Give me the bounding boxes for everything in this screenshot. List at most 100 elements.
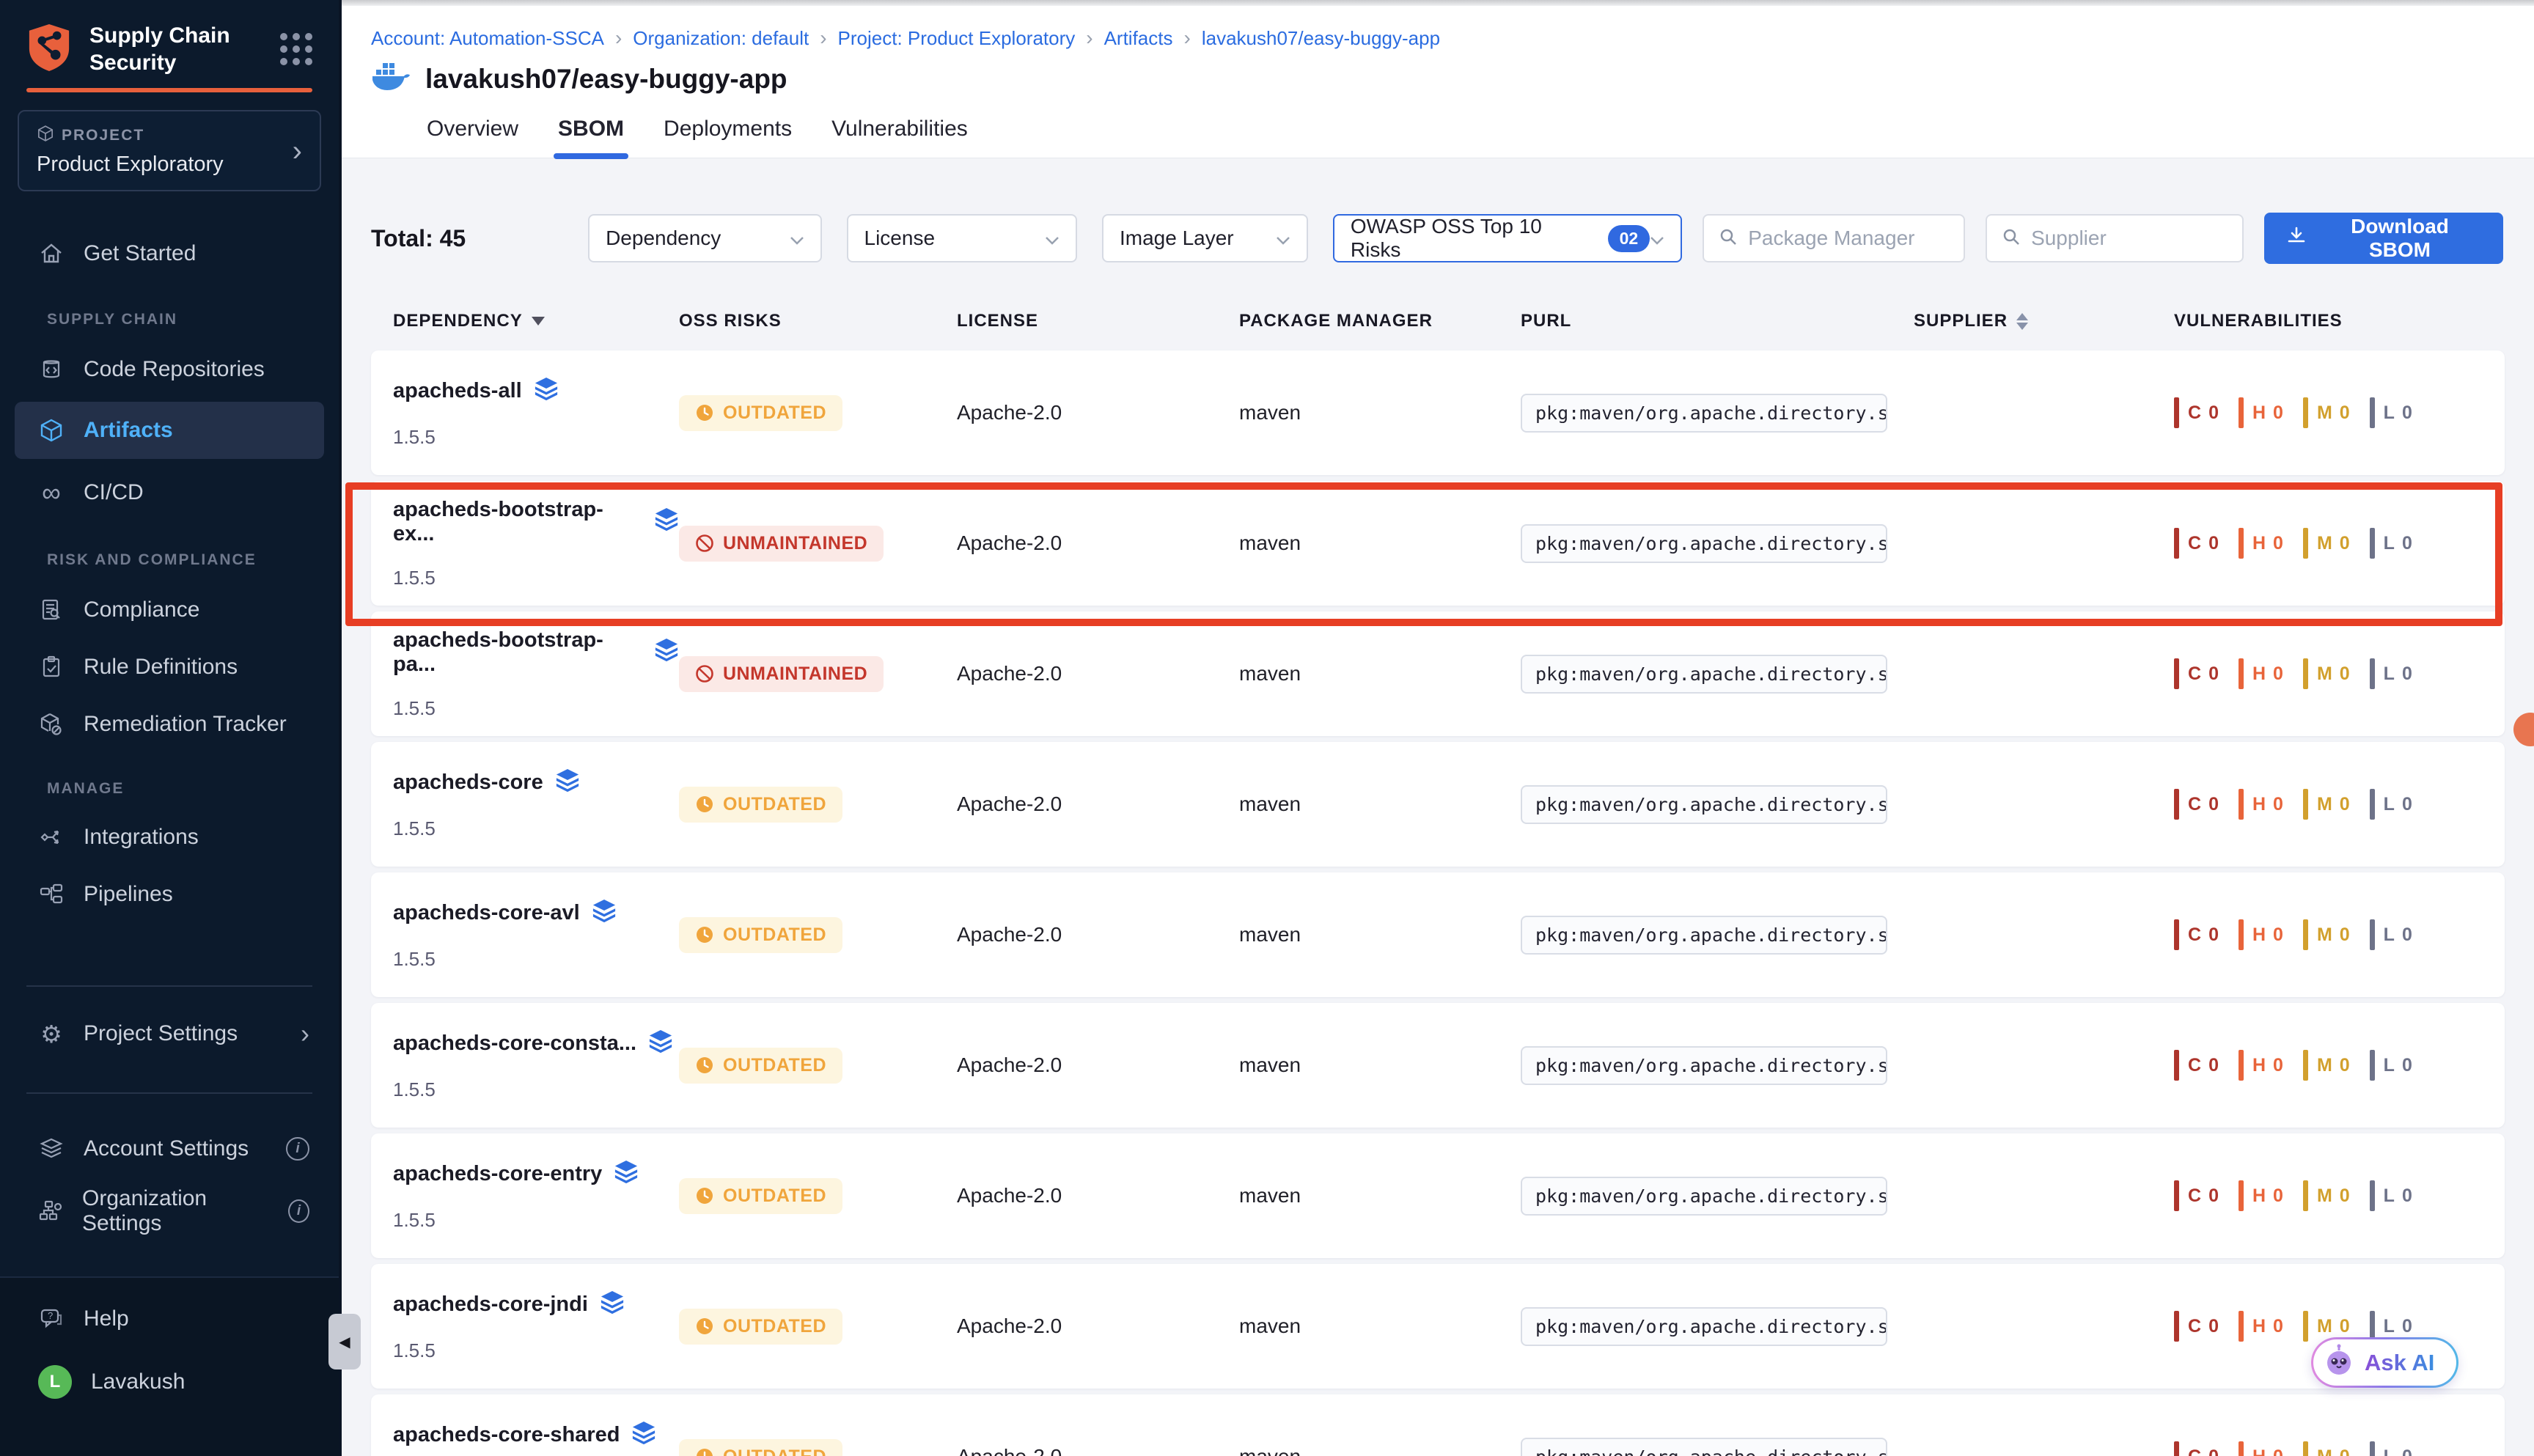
sidebar-item-pipelines[interactable]: Pipelines <box>0 871 339 918</box>
owasp-risks-filter-dropdown[interactable]: OWASP OSS Top 10 Risks 02 <box>1333 214 1682 262</box>
sidebar-item-help[interactable]: ? Help <box>0 1295 339 1342</box>
layers-icon[interactable] <box>654 638 679 666</box>
layers-icon[interactable] <box>600 1290 625 1319</box>
sidebar-item-remediation-tracker[interactable]: Remediation Tracker <box>0 701 339 748</box>
purl-value[interactable]: pkg:maven/org.apache.directory.s… <box>1521 655 1887 694</box>
sidebar-item-label: Pipelines <box>84 882 173 907</box>
clock-icon <box>695 1186 714 1205</box>
layers-icon[interactable] <box>555 768 580 797</box>
download-sbom-button[interactable]: Download SBOM <box>2264 213 2503 264</box>
breadcrumb-link-artifact[interactable]: lavakush07/easy-buggy-app <box>1202 27 1440 50</box>
dependency-name[interactable]: apacheds-core-jndi <box>393 1293 588 1317</box>
purl-value[interactable]: pkg:maven/org.apache.directory.s… <box>1521 394 1887 433</box>
layers-icon[interactable] <box>534 377 559 405</box>
purl-value[interactable]: pkg:maven/org.apache.directory.s… <box>1521 1046 1887 1085</box>
breadcrumb-link-project[interactable]: Project: Product Exploratory <box>838 27 1076 50</box>
tab-overview[interactable]: Overview <box>422 117 523 158</box>
dependency-name[interactable]: apacheds-bootstrap-ex... <box>393 498 642 546</box>
sidebar-item-account-settings[interactable]: Account Settings i <box>0 1125 339 1172</box>
tab-deployments[interactable]: Deployments <box>659 117 796 158</box>
dependency-cell: apacheds-core-avl 1.5.5 <box>393 899 679 971</box>
license-cell: Apache-2.0 <box>957 1184 1239 1207</box>
layers-icon[interactable] <box>614 1160 639 1188</box>
avatar: L <box>38 1365 72 1399</box>
box-wrench-icon <box>38 712 65 737</box>
table-row[interactable]: apacheds-core-entry 1.5.5 OUTDATED Apach… <box>371 1133 2505 1258</box>
sidebar-item-rule-definitions[interactable]: Rule Definitions <box>0 644 339 691</box>
vulnerabilities-cell[interactable]: C0 H0 M0 L0 <box>2174 919 2505 950</box>
purl-value[interactable]: pkg:maven/org.apache.directory.s… <box>1521 916 1887 955</box>
purl-value[interactable]: pkg:maven/org.apache.directory.s… <box>1521 1307 1887 1346</box>
layers-icon[interactable] <box>648 1029 673 1058</box>
sidebar-item-get-started[interactable]: Get Started <box>0 230 339 277</box>
table-row[interactable]: apacheds-core 1.5.5 OUTDATED Apache-2.0 … <box>371 742 2505 867</box>
crossed-circle-icon <box>695 534 714 553</box>
image-layer-filter-dropdown[interactable]: Image Layer <box>1102 214 1308 262</box>
document-search-icon <box>38 598 65 622</box>
sidebar-item-artifacts[interactable]: Artifacts <box>15 402 324 459</box>
table-row[interactable]: apacheds-core-shared 1.5.5 OUTDATED Apac… <box>371 1394 2505 1456</box>
vulnerabilities-cell[interactable]: C0 H0 M0 L0 <box>2174 789 2505 820</box>
layers-icon[interactable] <box>592 899 617 927</box>
vulnerabilities-cell[interactable]: C0 H0 M0 L0 <box>2174 1441 2505 1456</box>
table-row[interactable]: apacheds-core-jndi 1.5.5 OUTDATED Apache… <box>371 1264 2505 1389</box>
dependency-name[interactable]: apacheds-core-consta... <box>393 1032 636 1056</box>
oss-risk-label: OUTDATED <box>723 924 826 946</box>
supplier-search-input[interactable] <box>2031 227 2228 250</box>
license-filter-dropdown[interactable]: License <box>847 214 1077 262</box>
page-header: Account: Automation-SSCA› Organization: … <box>342 6 2534 158</box>
purl-value[interactable]: pkg:maven/org.apache.directory.s… <box>1521 1438 1887 1456</box>
sidebar-item-organization-settings[interactable]: Organization Settings i <box>0 1188 339 1235</box>
home-icon <box>38 241 65 266</box>
download-label: Download SBOM <box>2318 215 2481 262</box>
sidebar-item-compliance[interactable]: Compliance <box>0 587 339 633</box>
purl-value[interactable]: pkg:maven/org.apache.directory.s… <box>1521 524 1887 563</box>
table-row[interactable]: apacheds-bootstrap-pa... 1.5.5 UNMAINTAI… <box>371 611 2505 736</box>
dependency-cell: apacheds-bootstrap-ex... 1.5.5 <box>393 498 679 589</box>
column-header-dependency[interactable]: DEPENDENCY <box>393 311 679 331</box>
dependency-name[interactable]: apacheds-core-avl <box>393 901 580 925</box>
oss-risk-label: UNMAINTAINED <box>723 533 867 554</box>
vulnerabilities-cell[interactable]: C0 H0 M0 L0 <box>2174 1050 2505 1081</box>
user-menu[interactable]: L Lavakush <box>0 1358 339 1405</box>
sidebar-item-code-repositories[interactable]: Code Repositories <box>0 346 339 393</box>
vulnerabilities-cell[interactable]: C0 H0 M0 L0 <box>2174 1180 2505 1211</box>
tab-sbom[interactable]: SBOM <box>554 117 628 158</box>
tab-vulnerabilities[interactable]: Vulnerabilities <box>827 117 972 158</box>
table-row[interactable]: apacheds-bootstrap-ex... 1.5.5 UNMAINTAI… <box>371 481 2505 606</box>
dependency-name[interactable]: apacheds-core-shared <box>393 1423 620 1447</box>
dependency-name[interactable]: apacheds-all <box>393 379 522 403</box>
breadcrumb-link-artifacts[interactable]: Artifacts <box>1104 27 1173 50</box>
app-title: Supply Chain Security <box>89 22 230 76</box>
layers-icon[interactable] <box>631 1421 656 1449</box>
purl-value[interactable]: pkg:maven/org.apache.directory.s… <box>1521 785 1887 824</box>
download-icon <box>2286 226 2307 251</box>
sidebar-item-integrations[interactable]: Integrations <box>0 814 339 861</box>
dependency-filter-dropdown[interactable]: Dependency <box>588 214 821 262</box>
vulnerabilities-cell[interactable]: C0 H0 M0 L0 <box>2174 397 2505 428</box>
table-row[interactable]: apacheds-core-consta... 1.5.5 OUTDATED A… <box>371 1003 2505 1128</box>
dependency-name[interactable]: apacheds-bootstrap-pa... <box>393 628 642 677</box>
vuln-low-count: L0 <box>2370 919 2413 950</box>
breadcrumb-link-organization[interactable]: Organization: default <box>633 27 809 50</box>
layers-icon[interactable] <box>654 507 679 536</box>
dependency-name[interactable]: apacheds-core <box>393 771 543 795</box>
vulnerabilities-cell[interactable]: C0 H0 M0 L0 <box>2174 528 2505 559</box>
package-manager-search-input[interactable] <box>1748 227 1949 250</box>
table-row[interactable]: apacheds-core-avl 1.5.5 OUTDATED Apache-… <box>371 872 2505 997</box>
project-selector[interactable]: PROJECT Product Exploratory › <box>18 110 321 191</box>
column-header-supplier[interactable]: SUPPLIER <box>1914 311 2174 331</box>
app-grid-icon[interactable] <box>280 33 312 65</box>
breadcrumb-link-account[interactable]: Account: Automation-SSCA <box>371 27 604 50</box>
sidebar-collapse-handle[interactable]: ◀ <box>328 1314 361 1369</box>
purl-value[interactable]: pkg:maven/org.apache.directory.s… <box>1521 1177 1887 1216</box>
oss-risk-badge: UNMAINTAINED <box>679 656 884 692</box>
dependency-name[interactable]: apacheds-core-entry <box>393 1162 602 1186</box>
ask-ai-button[interactable]: Ask AI <box>2311 1337 2458 1388</box>
clock-icon <box>695 795 714 814</box>
table-row[interactable]: apacheds-all 1.5.5 OUTDATED Apache-2.0 m… <box>371 350 2505 475</box>
vulnerabilities-cell[interactable]: C0 H0 M0 L0 <box>2174 658 2505 689</box>
page-title: lavakush07/easy-buggy-app <box>425 64 787 95</box>
sidebar-item-project-settings[interactable]: ⚙ Project Settings › <box>0 1010 339 1057</box>
sidebar-item-cicd[interactable]: ∞ CI/CD <box>0 469 339 516</box>
